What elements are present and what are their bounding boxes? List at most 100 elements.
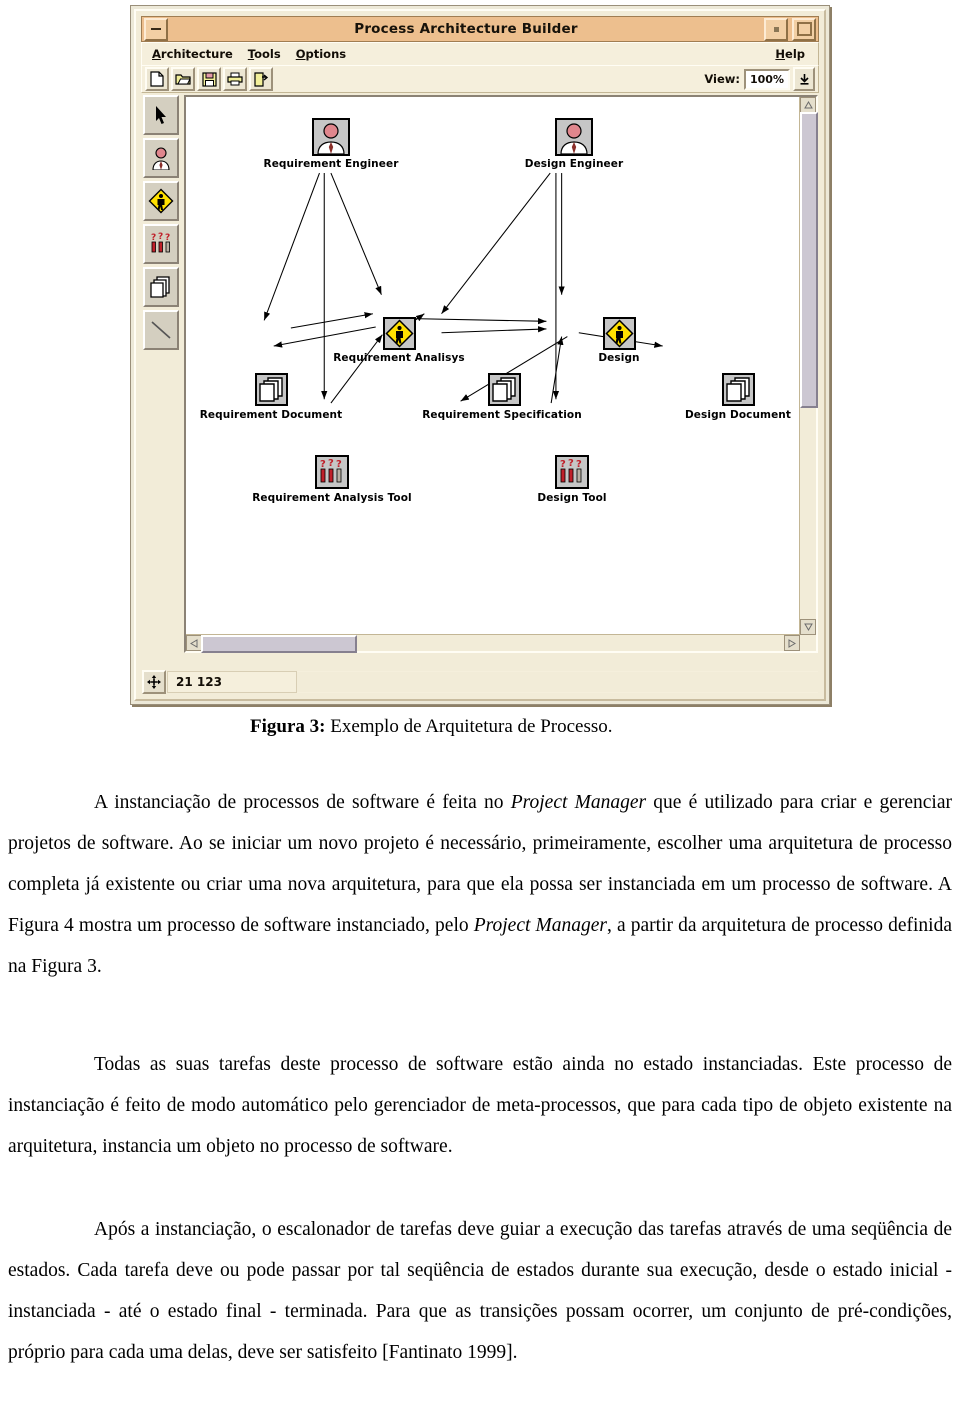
body-paragraph-2: Todas as suas tarefas deste processo de … (8, 1044, 952, 1167)
window-inner-frame: Process Architecture Builder Architectur… (134, 9, 826, 701)
svg-text:?: ? (151, 233, 156, 243)
svg-text:?: ? (560, 459, 566, 470)
p1-italic-project-manager-2: Project Manager (473, 915, 608, 936)
canvas-container: Requirement Engineer Design Engineer Req… (184, 95, 818, 653)
activity-icon-design (603, 317, 636, 350)
chevron-down-icon (799, 74, 809, 85)
export-icon (253, 71, 268, 87)
save-button[interactable] (197, 67, 221, 91)
scroll-right-button[interactable] (784, 635, 800, 651)
svg-text:?: ? (328, 458, 334, 469)
process-architecture-builder-window: Process Architecture Builder Architectur… (130, 5, 830, 705)
menu-tools[interactable]: Tools (242, 45, 290, 63)
menu-help-label: elp (785, 47, 805, 61)
diagram-svg (263, 172, 663, 404)
node-label-design-document: Design Document (684, 409, 792, 421)
menu-architecture-label: rchitecture (160, 47, 233, 61)
agent-icon-requirement-engineer (312, 118, 350, 156)
activity-tool-button[interactable] (143, 181, 179, 221)
svg-text:?: ? (568, 458, 574, 469)
document-stack-icon (150, 276, 170, 298)
connection-line-tool-button[interactable] (143, 310, 179, 350)
document-tool-button[interactable] (143, 267, 179, 307)
node-label-requirement-analisys: Requirement Analisys (333, 352, 465, 364)
window-outer-frame: Process Architecture Builder Architectur… (130, 5, 830, 705)
view-zoom-dropdown-button[interactable] (793, 67, 815, 91)
node-label-requirement-analysis-tool: Requirement Analysis Tool (252, 492, 412, 504)
tool-icon-requirement-analysis-tool: ? ? ? (315, 455, 349, 489)
window-controls (762, 17, 818, 42)
horizontal-scroll-thumb[interactable] (201, 635, 357, 653)
edge-reqanalisys-to-design (407, 317, 547, 325)
figure-caption: Figura 3: Exemplo de Arquitetura de Proc… (250, 716, 750, 738)
paragraph-3: Após a instanciação, o escalonador de ta… (8, 1219, 952, 1363)
tool-tool-button[interactable]: ? ? ? (143, 224, 179, 264)
minimize-icon (151, 28, 161, 30)
window-title: Process Architecture Builder (354, 21, 578, 37)
figure-caption-text: Exemplo de Arquitetura de Processo. (325, 716, 613, 737)
node-label-requirement-engineer: Requirement Engineer (263, 158, 399, 170)
save-floppy-icon (201, 71, 217, 87)
new-file-button[interactable] (145, 67, 169, 91)
tool-icon-design-tool: ? ? ? (555, 455, 589, 489)
agent-tool-button[interactable] (143, 138, 179, 178)
svg-text:?: ? (158, 232, 163, 242)
edge-reqtool-to-reqanalisys (330, 334, 383, 404)
scroll-left-button[interactable] (186, 635, 202, 651)
print-icon (227, 72, 243, 86)
p1-part-a: A instanciação de processos de software … (94, 792, 511, 813)
triangle-up-icon (803, 101, 813, 109)
print-button[interactable] (223, 67, 247, 91)
export-button[interactable] (249, 67, 273, 91)
scroll-down-button[interactable] (800, 619, 816, 635)
edge-reqspec-to-design (441, 326, 547, 334)
diagram-canvas[interactable]: Requirement Engineer Design Engineer Req… (186, 97, 800, 635)
restore-icon (773, 26, 779, 32)
maximize-button[interactable] (792, 17, 816, 41)
maximize-icon (796, 22, 812, 36)
menu-options-label: ptions (305, 47, 347, 61)
vertical-scroll-thumb[interactable] (800, 112, 818, 408)
scroll-up-button[interactable] (800, 97, 816, 113)
select-arrow-tool-button[interactable] (143, 95, 179, 135)
status-spacer (297, 672, 818, 692)
horizontal-scrollbar[interactable] (186, 634, 800, 653)
triangle-left-icon (190, 638, 198, 648)
select-arrow-icon (156, 106, 166, 124)
paragraph-2: Todas as suas tarefas deste processo de … (8, 1054, 952, 1157)
edge-reqeng-to-reqanalisys (330, 172, 382, 295)
restore-button[interactable] (764, 17, 788, 41)
scrollbar-corner (800, 635, 816, 651)
status-coordinates: 21 123 (167, 671, 297, 693)
vertical-scrollbar[interactable] (799, 97, 818, 635)
menu-options-mnemonic: O (295, 47, 306, 61)
tool-bar: View: 100% (141, 65, 819, 93)
triangle-down-icon (803, 623, 813, 631)
agent-icon-design-engineer (555, 118, 593, 156)
new-file-icon (150, 71, 164, 87)
body-paragraph-1: A instanciação de processos de software … (8, 782, 952, 987)
minimize-button[interactable] (144, 17, 168, 41)
open-folder-button[interactable] (171, 67, 195, 91)
node-label-design: Design (598, 352, 640, 364)
paragraph-1: A instanciação de processos de software … (8, 782, 952, 987)
move-mode-button[interactable] (142, 670, 166, 694)
menu-help[interactable]: Help (769, 45, 814, 63)
node-label-requirement-document: Requirement Document (199, 409, 343, 421)
status-bar: 21 123 (142, 670, 818, 694)
agent-person-icon (152, 147, 170, 170)
move-cursor-icon (147, 675, 161, 689)
svg-text:?: ? (165, 233, 170, 243)
node-label-design-engineer: Design Engineer (524, 158, 624, 170)
menu-architecture[interactable]: Architecture (146, 45, 242, 63)
node-label-design-tool: Design Tool (537, 492, 607, 504)
edge-reqdoc-to-reqanalisys (290, 312, 373, 329)
menu-options[interactable]: Options (290, 45, 355, 63)
tools-with-question-icon: ? ? ? (151, 232, 170, 253)
activity-diamond-icon (148, 188, 174, 214)
document-icon-design-document (722, 373, 755, 406)
edges-group (263, 172, 663, 404)
menu-bar: Architecture Tools Options Help (141, 42, 819, 66)
title-bar: Process Architecture Builder (141, 16, 819, 42)
view-zoom-input[interactable]: 100% (744, 68, 790, 90)
